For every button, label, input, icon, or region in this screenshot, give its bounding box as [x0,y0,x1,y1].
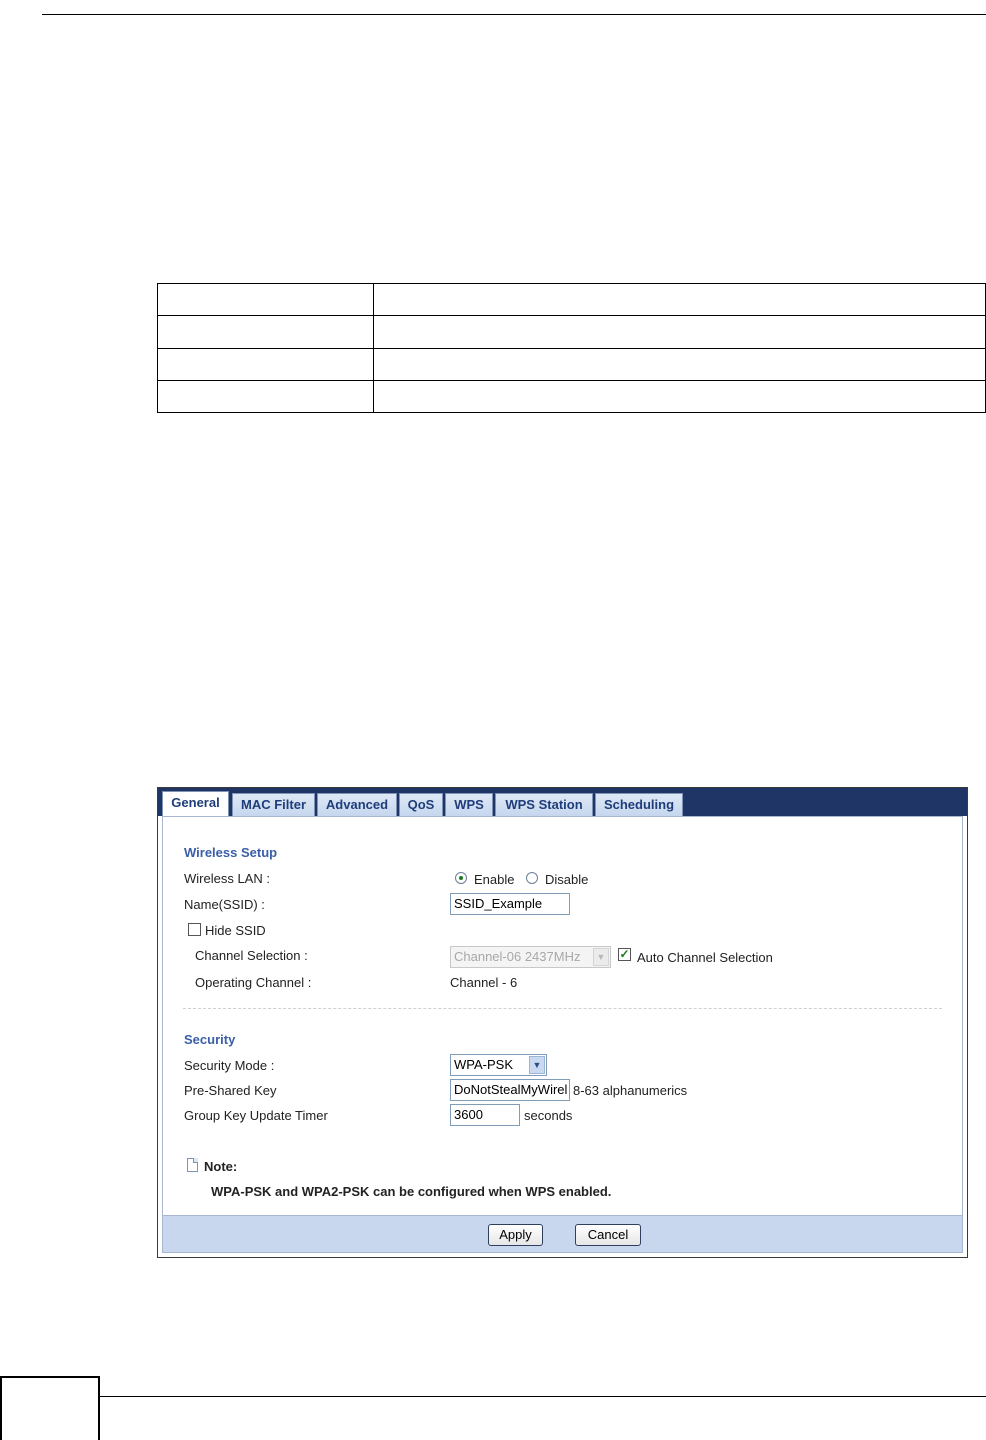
channel-selection-label: Channel Selection : [195,948,308,963]
table-row [157,282,986,317]
ssid-input[interactable]: SSID_Example [450,893,570,915]
footer-rule [0,1396,986,1397]
button-footer: Apply Cancel [163,1215,962,1252]
group-key-timer-label: Group Key Update Timer [184,1108,328,1123]
tab-wps-station[interactable]: WPS Station [495,793,593,816]
hide-ssid-label: Hide SSID [205,923,266,938]
chevron-down-icon: ▼ [593,948,609,966]
auto-channel-label: Auto Channel Selection [637,950,773,965]
table-cell [157,379,374,414]
disable-radio[interactable] [526,872,538,884]
table-cell [373,347,986,381]
table-cell [157,315,374,349]
group-key-timer-input[interactable]: 3600 [450,1104,520,1126]
auto-channel-checkbox[interactable]: ✓ [618,948,631,961]
doc-table [157,282,986,414]
security-title: Security [184,1032,236,1047]
table-row [157,379,986,414]
general-panel: Wireless Setup Wireless LAN : Enable Dis… [162,816,963,1253]
enable-radio[interactable] [455,872,467,884]
table-cell [157,282,374,317]
timer-unit-label: seconds [524,1108,573,1123]
table-cell [157,347,374,381]
wireless-general-screen: General MAC Filter Advanced QoS WPS WPS … [157,787,968,1258]
psk-hint: 8-63 alphanumerics [573,1083,688,1098]
ssid-label: Name(SSID) : [184,897,265,912]
psk-input[interactable]: DoNotStealMyWirel [450,1079,570,1101]
note-title: Note: [204,1159,238,1174]
tab-wps[interactable]: WPS [445,793,493,816]
disable-label: Disable [545,872,589,887]
enable-label: Enable [474,872,515,887]
security-mode-select[interactable]: WPA-PSK ▼ [450,1054,547,1076]
wireless-lan-label: Wireless LAN : [184,871,270,886]
table-row [157,315,986,349]
section-divider [183,1008,942,1009]
tab-mac-filter[interactable]: MAC Filter [232,793,315,816]
psk-label: Pre-Shared Key [184,1083,277,1098]
note-text: WPA-PSK and WPA2-PSK can be configured w… [211,1184,612,1199]
table-cell [373,315,986,349]
channel-select-value: Channel-06 2437MHz [454,949,581,964]
header-rule [42,14,986,15]
operating-channel-label: Operating Channel : [195,975,312,990]
tab-scheduling[interactable]: Scheduling [595,793,683,816]
tab-general[interactable]: General [162,791,229,817]
cancel-button[interactable]: Cancel [575,1224,641,1246]
note-icon [187,1158,198,1172]
table-cell [373,379,986,414]
channel-select: Channel-06 2437MHz ▼ [450,946,611,968]
security-mode-value: WPA-PSK [454,1057,513,1072]
hide-ssid-checkbox[interactable] [188,923,201,936]
operating-channel-value: Channel - 6 [450,975,518,990]
table-row [157,347,986,381]
security-mode-label: Security Mode : [184,1058,275,1073]
tab-qos[interactable]: QoS [399,793,443,816]
tab-advanced[interactable]: Advanced [317,793,397,816]
chevron-down-icon: ▼ [529,1056,545,1074]
table-cell [373,282,986,317]
wireless-setup-title: Wireless Setup [184,845,278,860]
page-number-box [0,1376,100,1440]
tab-bar: General MAC Filter Advanced QoS WPS WPS … [158,788,967,817]
apply-button[interactable]: Apply [488,1224,543,1246]
